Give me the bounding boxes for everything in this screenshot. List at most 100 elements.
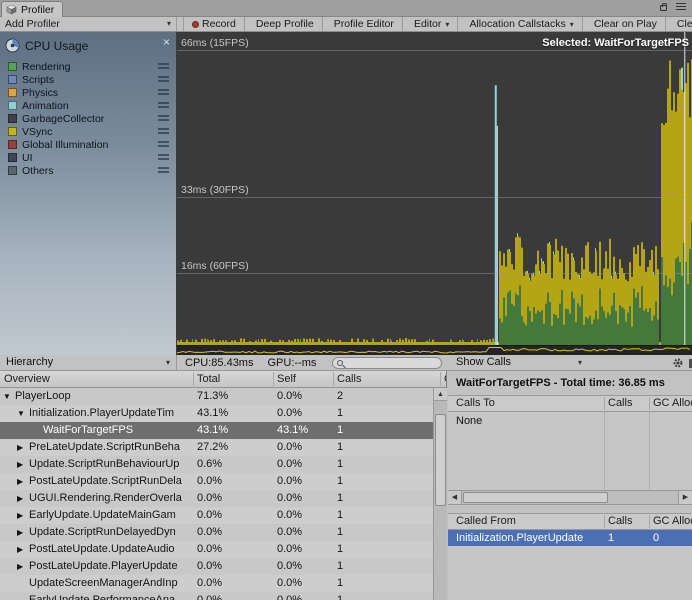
- horizontal-scrollbar[interactable]: ◀ ▶: [448, 490, 692, 505]
- legend-swatch: [8, 114, 17, 123]
- row-calls: 2: [337, 390, 344, 402]
- hierarchy-row[interactable]: ▼ Initialization.PlayerUpdateTim 43.1% 0.0%…: [0, 405, 433, 422]
- row-calls: 1: [337, 543, 344, 555]
- vertical-scrollbar[interactable]: ▲: [433, 388, 447, 600]
- expand-arrow-icon[interactable]: ▶: [17, 456, 23, 473]
- scroll-up-arrow-icon[interactable]: ▲: [434, 388, 447, 401]
- drag-handle-icon[interactable]: [158, 102, 169, 109]
- legend-swatch: [8, 127, 17, 136]
- drag-handle-icon[interactable]: [158, 89, 169, 96]
- drag-handle-icon[interactable]: [158, 63, 169, 70]
- hierarchy-row[interactable]: WaitForTargetFPS 43.1% 43.1% 1: [0, 422, 433, 439]
- legend-item-others[interactable]: Others: [0, 164, 176, 177]
- tab-profiler[interactable]: Profiler: [1, 1, 64, 17]
- window-menu-icon[interactable]: [676, 3, 686, 11]
- collapse-arrow-icon[interactable]: ▼: [17, 405, 25, 422]
- row-label: EarlyUpdate.PerformanceAna: [29, 594, 176, 600]
- row-total: 27.2%: [197, 441, 229, 453]
- drag-handle-icon[interactable]: [158, 115, 169, 122]
- legend-item-ui[interactable]: UI: [0, 151, 176, 164]
- chart-overview-strip[interactable]: [177, 345, 692, 355]
- show-calls-dropdown[interactable]: Show Calls ▾: [452, 355, 584, 371]
- drag-handle-icon[interactable]: [158, 167, 169, 174]
- clear-on-play-button[interactable]: Clear on Play: [586, 17, 666, 31]
- row-label: Update.ScriptRunDelayedDyn: [29, 526, 176, 538]
- toolbar-button-group: Record Deep Profile Profile Editor Edito…: [183, 17, 692, 31]
- expand-arrow-icon[interactable]: ▶: [17, 541, 23, 558]
- legend-item-animation[interactable]: Animation: [0, 99, 176, 112]
- scrollbar-thumb[interactable]: [463, 492, 608, 503]
- legend-item-rendering[interactable]: Rendering: [0, 60, 176, 73]
- hierarchy-row[interactable]: EarlyUpdate.PerformanceAna 0.0% 0.0% 1: [0, 592, 433, 600]
- hierarchy-row[interactable]: ▶ PostLateUpdate.UpdateAudio 0.0% 0.0% 1: [0, 541, 433, 558]
- row-total: 0.0%: [197, 560, 223, 572]
- column-header-total[interactable]: Total: [197, 371, 220, 387]
- hierarchy-row[interactable]: ▶ PreLateUpdate.ScriptRunBeha 27.2% 0.0% 1: [0, 439, 433, 456]
- legend-item-physics[interactable]: Physics: [0, 86, 176, 99]
- clear-button[interactable]: Clear: [669, 17, 692, 31]
- close-icon[interactable]: ×: [163, 35, 170, 49]
- allocation-callstacks-dropdown[interactable]: Allocation Callstacks ▾: [461, 17, 583, 31]
- drag-handle-icon[interactable]: [158, 141, 169, 148]
- row-label: Initialization.PlayerUpdateTim: [29, 407, 175, 419]
- add-profiler-dropdown[interactable]: Add Profiler ▾: [0, 17, 177, 31]
- pane-spacer: [448, 505, 692, 513]
- drag-handle-icon[interactable]: [158, 128, 169, 135]
- expand-arrow-icon[interactable]: ▶: [17, 558, 23, 575]
- expand-arrow-icon[interactable]: ▶: [17, 490, 23, 507]
- gear-icon[interactable]: [672, 357, 684, 369]
- cpu-usage-module-panel[interactable]: CPU Usage × Rendering Scripts Physics Anima…: [0, 32, 177, 355]
- row-calls: 1: [337, 577, 344, 589]
- search-input[interactable]: [349, 358, 429, 368]
- cpu-chart-plot[interactable]: Selected: WaitForTargetFPS 66ms (15FPS) 3…: [177, 32, 692, 345]
- deep-profile-button[interactable]: Deep Profile: [248, 17, 323, 31]
- expand-arrow-icon[interactable]: ▶: [17, 524, 23, 541]
- column-header-gc-alloc[interactable]: GC Alloc: [444, 371, 446, 387]
- expand-arrow-icon[interactable]: ▶: [17, 439, 23, 456]
- legend-item-global-illumination[interactable]: Global Illumination: [0, 138, 176, 151]
- calls-header: Calls: [608, 397, 633, 409]
- profile-editor-button[interactable]: Profile Editor: [326, 17, 403, 31]
- hierarchy-row[interactable]: ▶ PostLateUpdate.PlayerUpdate 0.0% 0.0% 1: [0, 558, 433, 575]
- row-total: 0.0%: [197, 594, 223, 600]
- hierarchy-row[interactable]: ▶ Update.ScriptRunDelayedDyn 0.0% 0.0% 1: [0, 524, 433, 541]
- chart-gridline-label: 33ms (30FPS): [181, 184, 249, 196]
- scrollbar-thumb[interactable]: [435, 414, 446, 506]
- expand-arrow-icon[interactable]: ▶: [17, 507, 23, 524]
- column-header-self[interactable]: Self: [277, 371, 296, 387]
- legend-item-scripts[interactable]: Scripts: [0, 73, 176, 86]
- collapse-arrow-icon[interactable]: ▼: [3, 388, 11, 405]
- row-calls: 1: [337, 424, 344, 436]
- expand-arrow-icon[interactable]: ▶: [17, 473, 23, 490]
- row-total: 43.1%: [197, 407, 229, 419]
- legend-item-vsync[interactable]: VSync: [0, 125, 176, 138]
- hierarchy-row[interactable]: ▶ Update.ScriptRunBehaviourUp 0.6% 0.0% 1: [0, 456, 433, 473]
- column-header-calls[interactable]: Calls: [337, 371, 361, 387]
- hierarchy-row[interactable]: UpdateScreenManagerAndInp 0.0% 0.0% 1: [0, 575, 433, 592]
- hierarchy-row[interactable]: ▶ UGUI.Rendering.RenderOverla 0.0% 0.0% 1: [0, 490, 433, 507]
- drag-handle-icon[interactable]: [158, 154, 169, 161]
- row-label: EarlyUpdate.UpdateMainGam: [29, 509, 176, 521]
- row-label: PostLateUpdate.PlayerUpdate: [29, 560, 178, 572]
- record-button[interactable]: Record: [184, 17, 245, 31]
- row-total: 0.0%: [197, 475, 223, 487]
- legend-item-garbagecollector[interactable]: GarbageCollector: [0, 112, 176, 125]
- called-from-row[interactable]: Initialization.PlayerUpdate 1 0: [448, 530, 692, 546]
- row-label: WaitForTargetFPS: [43, 424, 134, 436]
- calls-to-label: Calls To: [456, 397, 495, 409]
- row-label: UpdateScreenManagerAndInp: [29, 577, 178, 589]
- column-divider: [193, 372, 194, 386]
- legend-label: Animation: [22, 99, 69, 112]
- scroll-left-arrow-icon[interactable]: ◀: [448, 491, 462, 504]
- view-mode-dropdown[interactable]: Hierarchy ▾: [0, 355, 177, 371]
- hierarchy-row[interactable]: ▶ PostLateUpdate.ScriptRunDela 0.0% 0.0% 1: [0, 473, 433, 490]
- column-header-overview[interactable]: Overview: [4, 371, 50, 387]
- lock-icon[interactable]: [660, 3, 667, 11]
- row-calls: 1: [337, 458, 344, 470]
- row-calls: 1: [337, 594, 344, 600]
- editor-dropdown[interactable]: Editor ▾: [406, 17, 459, 31]
- hierarchy-row[interactable]: ▶ EarlyUpdate.UpdateMainGam 0.0% 0.0% 1: [0, 507, 433, 524]
- scroll-right-arrow-icon[interactable]: ▶: [678, 491, 692, 504]
- drag-handle-icon[interactable]: [158, 76, 169, 83]
- hierarchy-row[interactable]: ▼ PlayerLoop 71.3% 0.0% 2: [0, 388, 433, 405]
